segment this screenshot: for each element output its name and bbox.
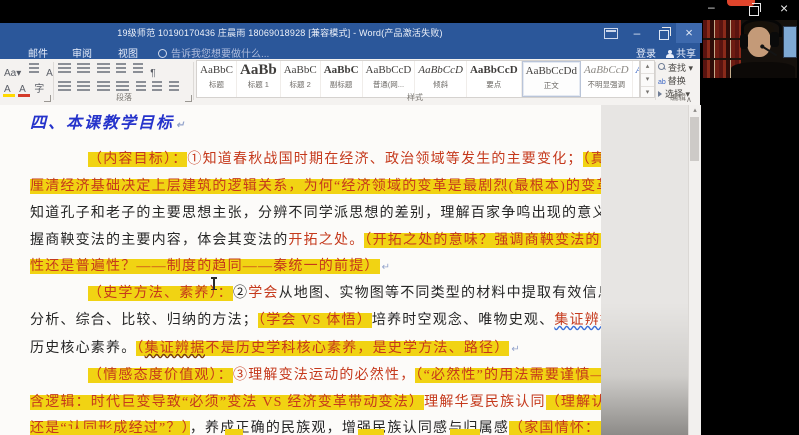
styles-group-label: 样式 xyxy=(407,93,423,102)
webcam-video[interactable] xyxy=(703,20,797,78)
person-icon xyxy=(666,50,674,58)
text-cursor xyxy=(211,277,217,290)
cutoff-highlight-strip xyxy=(225,429,243,435)
document-page[interactable]: 四、本课教学目标 ↵ （内容目标）：①知道春秋战国时期在经济、政治领域等发生的主要… xyxy=(0,105,667,435)
line-spacing-icon[interactable] xyxy=(135,81,146,92)
enclose-characters-icon[interactable]: 字 xyxy=(34,80,44,95)
doc-line-6: （史学方法、素养）：②学会从地图、实物图等不同类型的材料中提取有效信息并加以 xyxy=(88,286,659,301)
find-button[interactable]: 查找 ▾ xyxy=(658,61,693,74)
headphone-earcup-left xyxy=(740,34,748,49)
word-window: 19级师范 10190170436 庄晨雨 18069018928 [兼容模式]… xyxy=(0,23,702,435)
style-gallery-scroll: ▴ ▾ ▾ xyxy=(640,60,655,98)
doc-line-8: 历史核心素养。（集证辨据不是历史学科核心素养，是史学方法、路径） ↵ xyxy=(30,341,520,356)
font-color-icon[interactable]: A xyxy=(18,84,30,97)
justify-icon[interactable] xyxy=(116,81,130,92)
tell-me-box[interactable]: 告诉我您想要做什么... xyxy=(158,45,269,60)
shelf-divider xyxy=(703,38,741,40)
doc-line-7: 分析、综合、比较、归纳的方法；（学会 VS 体悟）培养时空观念、唯物史观、集证辨… xyxy=(30,313,629,328)
presenter-shoulders xyxy=(731,62,795,78)
font-dialog-launcher[interactable] xyxy=(44,95,51,102)
minimize-button[interactable]: – xyxy=(624,23,650,43)
doc-line-3: 知道孔子和老子的主要思想主张，分辨不同学派思想的差别，理解百家争鸣出现的意义；掌 xyxy=(30,206,638,221)
tab-review[interactable]: 审阅 xyxy=(68,45,96,60)
align-center-icon[interactable] xyxy=(77,81,91,92)
ribbon-group-paragraph: ¶ 段落 xyxy=(55,59,193,105)
shading-icon[interactable] xyxy=(152,81,163,92)
decrease-indent-icon[interactable] xyxy=(116,63,127,74)
scrollbar-thumb[interactable] xyxy=(690,117,699,161)
search-icon xyxy=(658,63,666,71)
share-button[interactable]: 共享 xyxy=(666,45,696,60)
gallery-down-icon[interactable]: ▾ xyxy=(641,74,654,87)
doc-line-5: 性还是普遍性？——制度的趋同——秦统一的前提） ↵ xyxy=(30,259,390,274)
doc-line-2: 厘清经济基础决定上层建筑的逻辑关系，为何“经济领域的变革是最剧烈(最根本)的变革… xyxy=(30,179,635,194)
paragraph-mark-icon[interactable]: ¶ xyxy=(150,68,155,79)
align-left-icon[interactable] xyxy=(58,81,71,92)
cutoff-highlight-strip xyxy=(63,429,113,435)
paragraph-group-label: 段落 xyxy=(116,93,132,102)
cutoff-highlight-strip xyxy=(358,429,384,435)
title-bar: 19级师范 10190170436 庄晨雨 18069018928 [兼容模式]… xyxy=(0,23,702,43)
cutoff-highlight-strip xyxy=(450,429,480,435)
ribbon-tabs-row: 邮件 审阅 视图 告诉我您想要做什么... 登录 共享 xyxy=(0,43,700,60)
gallery-more-icon[interactable]: ▾ xyxy=(641,87,654,99)
paragraph-mark: ↵ xyxy=(381,262,390,273)
doc-line-11: 还是“认同形成经过”？），养成正确的民族观，增强民族认同感与归属感（家国情怀：古 xyxy=(30,421,616,435)
restore-button[interactable] xyxy=(650,23,676,43)
ribbon-display-options-icon[interactable] xyxy=(604,28,618,39)
ribbon-group-editing: 查找 ▾ ab 替换 选择 ▾ 编辑 xyxy=(656,59,700,105)
lightbulb-icon xyxy=(158,49,167,58)
text-highlight-color-icon[interactable]: A xyxy=(3,84,15,97)
tab-view[interactable]: 视图 xyxy=(114,45,142,60)
gallery-up-icon[interactable]: ▴ xyxy=(641,61,654,74)
monitor-glow xyxy=(783,26,797,58)
phonetic-guide-icon[interactable] xyxy=(28,63,39,74)
page-margin-area xyxy=(601,105,688,435)
shelf-divider xyxy=(703,58,741,60)
align-right-icon[interactable] xyxy=(96,81,110,92)
ribbon-group-styles: AaBbC 标题 AaBb 标题 1 AaBbC 标题 2 AaBbC 副标题 AaBb… xyxy=(194,59,655,105)
replace-icon: ab xyxy=(658,79,666,86)
vertical-scrollbar[interactable]: ▴ xyxy=(688,105,701,435)
doc-heading: 四、本课教学目标 ↵ xyxy=(30,115,185,132)
increase-indent-icon[interactable] xyxy=(132,63,143,74)
ribbon: Aa▾ A A A 字 ¶ 段落 AaBbC 标题 AaBb 标题 1 AaBb… xyxy=(0,59,700,106)
headphone-earcup-right xyxy=(770,32,779,47)
multilevel-list-icon[interactable] xyxy=(96,63,110,74)
bullets-icon[interactable] xyxy=(58,63,71,74)
collapse-ribbon-icon[interactable]: ∧ xyxy=(686,95,692,104)
window-title: 19级师范 10190170436 庄晨雨 18069018928 [兼容模式]… xyxy=(117,28,443,38)
doc-line-4: 握商鞅变法的主要内容，体会其变法的开拓之处。（开拓之处的意味？强调商鞅变法的特殊 xyxy=(30,233,632,248)
close-button[interactable]: × xyxy=(676,23,702,43)
screen-share-view: 19级师范 10190170436 庄晨雨 18069018928 [兼容模式]… xyxy=(0,0,799,435)
overlay-restore-button[interactable] xyxy=(749,3,761,16)
ribbon-group-font: Aa▾ A A A 字 xyxy=(0,59,53,105)
editing-group-label: 编辑 xyxy=(670,93,686,102)
overlay-minimize-button[interactable]: – xyxy=(708,0,715,14)
scroll-up-icon[interactable]: ▴ xyxy=(689,105,701,116)
document-area: 四、本课教学目标 ↵ （内容目标）：①知道春秋战国时期在经济、政治领域等发生的主要… xyxy=(0,105,701,435)
doc-line-1: （内容目标）：①知道春秋战国时期在经济、政治领域等发生的主要变化；（真正吃透、 xyxy=(88,150,667,169)
paragraph-mark: ↵ xyxy=(511,344,520,355)
replace-button[interactable]: ab 替换 xyxy=(658,74,686,87)
tab-mailings[interactable]: 邮件 xyxy=(24,45,52,60)
overlay-close-button[interactable]: × xyxy=(780,0,788,16)
change-case-icon[interactable]: Aa▾ xyxy=(4,68,21,79)
numbering-icon[interactable] xyxy=(77,63,91,74)
doc-line-10: 含逻辑：时代巨变导致“必须”变法 VS 经济变革带动变法）理解华夏民族认同（理解… xyxy=(30,395,637,410)
borders-icon[interactable] xyxy=(168,81,179,92)
char-frame-icon[interactable]: A xyxy=(46,68,53,79)
sign-in-button[interactable]: 登录 xyxy=(636,45,656,60)
paragraph-dialog-launcher[interactable] xyxy=(185,95,192,102)
doc-line-9: （情感态度价值观）：③理解变法运动的必然性，（“必然性”的用法需要谨慎——隐 xyxy=(88,368,637,383)
